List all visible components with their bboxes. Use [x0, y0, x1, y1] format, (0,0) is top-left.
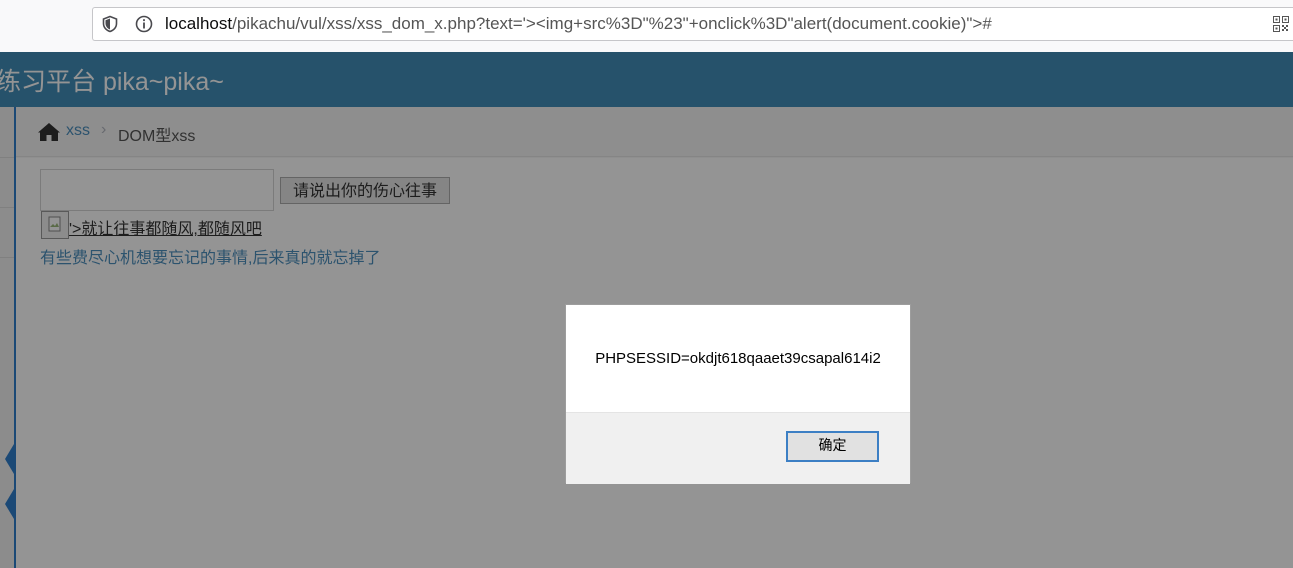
url-text[interactable]: localhost/pikachu/vul/xss/xss_dom_x.php?…: [165, 14, 992, 34]
url-path: /pikachu/vul/xss/xss_dom_x.php?text='><i…: [232, 14, 992, 33]
info-icon[interactable]: [135, 15, 153, 33]
qr-code-icon[interactable]: [1273, 16, 1289, 32]
alert-message: PHPSESSID=okdjt618qaaet39csapal614i2: [595, 350, 881, 367]
browser-toolbar: localhost/pikachu/vul/xss/xss_dom_x.php?…: [0, 0, 1293, 53]
shield-icon[interactable]: [101, 15, 119, 33]
address-bar[interactable]: localhost/pikachu/vul/xss/xss_dom_x.php?…: [92, 7, 1293, 41]
ok-button[interactable]: 确定: [786, 431, 879, 462]
url-host: localhost: [165, 14, 233, 33]
alert-footer: 确定: [566, 412, 910, 484]
alert-dialog: PHPSESSID=okdjt618qaaet39csapal614i2 确定: [565, 304, 911, 484]
